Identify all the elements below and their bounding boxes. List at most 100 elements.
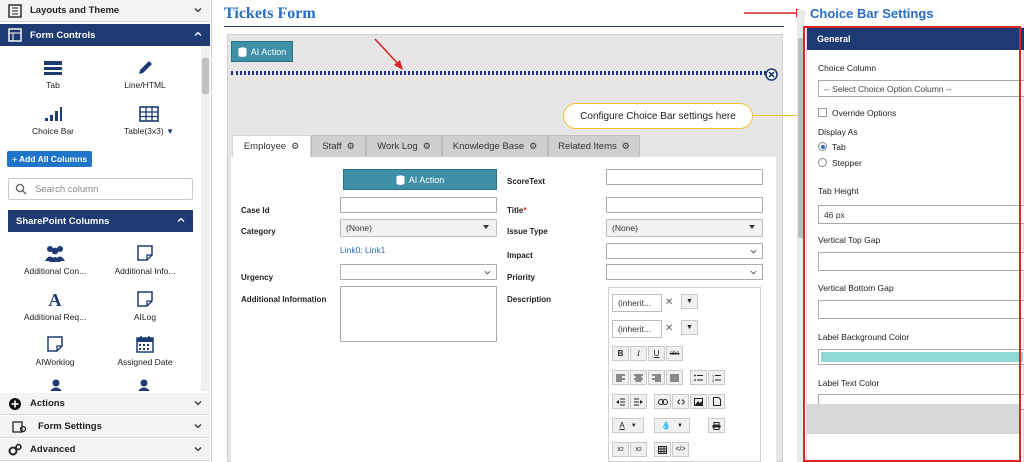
tab-label: Work Log — [377, 141, 418, 152]
italic-icon[interactable]: I — [630, 346, 647, 361]
title-input[interactable] — [606, 197, 763, 213]
underline-icon[interactable]: U — [648, 346, 665, 361]
left-scrollbar[interactable] — [201, 46, 210, 391]
layouts-icon — [8, 3, 22, 18]
superscript-icon[interactable]: x2 — [630, 442, 647, 457]
tab-staff[interactable]: Staff ⚙ — [311, 135, 366, 157]
dropdown-arrow-button[interactable]: ▼ — [681, 294, 698, 309]
category-links[interactable]: Link0; Link1 — [340, 245, 385, 255]
chevron-down-icon — [750, 249, 757, 254]
bullet-list-icon[interactable] — [690, 370, 707, 385]
case-id-input[interactable] — [340, 197, 497, 213]
sp-item-assigned-date[interactable]: Assigned Date — [105, 335, 185, 367]
tab-knowledge-base[interactable]: Knowledge Base ⚙ — [442, 135, 548, 157]
search-placeholder: Search column — [35, 183, 99, 195]
sp-item-additional-info[interactable]: Additional Info... — [105, 244, 185, 276]
accordion-actions[interactable]: Actions — [0, 393, 210, 415]
image-icon[interactable] — [690, 394, 707, 409]
close-circle-icon[interactable] — [765, 68, 778, 81]
control-tab[interactable]: Tab — [18, 60, 88, 90]
choice-bar-placeholder[interactable] — [231, 71, 770, 75]
accordion-form-controls[interactable]: Form Controls — [0, 24, 210, 46]
accordion-form-settings[interactable]: Form Settings — [0, 416, 210, 438]
urgency-select[interactable] — [340, 264, 497, 280]
tab-label: Employee — [243, 141, 287, 152]
additional-information-label: Additional Information — [241, 295, 327, 304]
document-icon[interactable] — [708, 394, 725, 409]
plus-circle-icon — [9, 397, 21, 410]
align-left-icon[interactable] — [612, 370, 629, 385]
annotation-highlight-box — [803, 26, 1021, 462]
note-icon — [137, 245, 153, 261]
issue-type-select[interactable]: (None) — [606, 219, 763, 237]
unlink-icon[interactable] — [672, 394, 689, 409]
case-id-label: Case Id — [241, 206, 270, 215]
bold-icon[interactable]: B — [612, 346, 629, 361]
align-justify-icon[interactable] — [666, 370, 683, 385]
sp-item-aiworklog[interactable]: AIWorklog — [15, 335, 95, 367]
svg-text:A: A — [49, 290, 62, 308]
table-insert-icon[interactable] — [654, 442, 671, 457]
sp-item-label: Assigned Date — [117, 357, 173, 367]
drop-icon: 💧 — [661, 421, 671, 430]
bar-signal-icon — [45, 107, 62, 121]
tab-employee[interactable]: Employee ⚙ — [232, 135, 311, 157]
font-color-button[interactable]: A ▼ — [612, 418, 644, 433]
tab-control-icon — [44, 61, 62, 75]
gear-icon: ⚙ — [422, 141, 431, 151]
print-icon[interactable] — [708, 418, 725, 433]
add-all-columns-button[interactable]: + Add All Columns — [7, 151, 93, 167]
accordion-layouts-theme[interactable]: Layouts and Theme — [0, 0, 210, 22]
employee-tab-content: AI Action ScoreText Case Id Title* Categ… — [231, 157, 776, 462]
ai-action-inner-button[interactable]: AI Action — [343, 169, 497, 190]
caret-down-icon[interactable]: ▼ — [166, 127, 174, 136]
search-icon — [15, 183, 27, 195]
control-choice-bar[interactable]: Choice Bar — [18, 106, 88, 136]
font-size-select[interactable]: (inherit... — [612, 320, 662, 338]
impact-select[interactable] — [606, 243, 763, 259]
sp-item-additional-con[interactable]: Additional Con... — [15, 244, 95, 276]
tab-label: Knowledge Base — [452, 141, 525, 152]
control-label: Tab — [46, 80, 60, 90]
outdent-icon[interactable] — [612, 394, 629, 409]
indent-icon[interactable] — [630, 394, 647, 409]
description-rich-text-editor[interactable]: (inherit... ✕ ▼ (inherit... ✕ ▼ B I U ab… — [608, 287, 761, 462]
category-value: (None) — [346, 223, 372, 233]
link-icon[interactable] — [654, 394, 671, 409]
clear-icon[interactable]: ✕ — [665, 297, 673, 308]
priority-select[interactable] — [606, 264, 763, 280]
font-family-select[interactable]: (inherit... — [612, 294, 662, 312]
title-underline — [224, 26, 784, 27]
subscript-icon[interactable]: x2 — [612, 442, 629, 457]
accordion-form-settings-label: Form Settings — [38, 421, 102, 432]
sp-item-additional-req[interactable]: A Additional Req... — [15, 290, 95, 322]
category-select[interactable]: (None) — [340, 219, 497, 237]
control-line-html[interactable]: Line/HTML — [110, 60, 180, 90]
ai-action-button[interactable]: AI Action — [231, 41, 293, 62]
tab-work-log[interactable]: Work Log ⚙ — [366, 135, 442, 157]
sharepoint-columns-header[interactable]: SharePoint Columns — [8, 210, 193, 232]
score-text-input[interactable] — [606, 169, 763, 185]
person-icon — [50, 379, 62, 391]
align-center-icon[interactable] — [630, 370, 647, 385]
control-table[interactable]: Table(3x3) ▼ — [112, 106, 186, 136]
strikethrough-icon[interactable]: abc — [666, 346, 683, 361]
priority-label: Priority — [507, 273, 536, 282]
search-column-input[interactable]: Search column — [8, 178, 193, 200]
annotation-arrow-down — [374, 38, 403, 70]
numbered-list-icon[interactable]: 12 — [708, 370, 725, 385]
tab-related-items[interactable]: Related Items ⚙ — [548, 135, 640, 157]
highlight-color-button[interactable]: 💧 ▼ — [654, 418, 690, 433]
chevron-down-icon — [194, 401, 202, 406]
clear-icon[interactable]: ✕ — [665, 323, 673, 334]
caret-down-icon: ▼ — [630, 422, 637, 429]
align-right-icon[interactable] — [648, 370, 665, 385]
dropdown-arrow-button[interactable]: ▼ — [681, 320, 698, 335]
tooltip-callout: Configure Choice Bar settings here — [563, 103, 753, 129]
score-text-label: ScoreText — [507, 177, 546, 186]
code-icon[interactable]: </> — [672, 442, 689, 457]
sp-item-ailog[interactable]: AILog — [105, 290, 185, 322]
accordion-advanced[interactable]: Advanced — [0, 439, 210, 461]
additional-information-textarea[interactable] — [340, 286, 497, 342]
urgency-label: Urgency — [241, 273, 274, 282]
